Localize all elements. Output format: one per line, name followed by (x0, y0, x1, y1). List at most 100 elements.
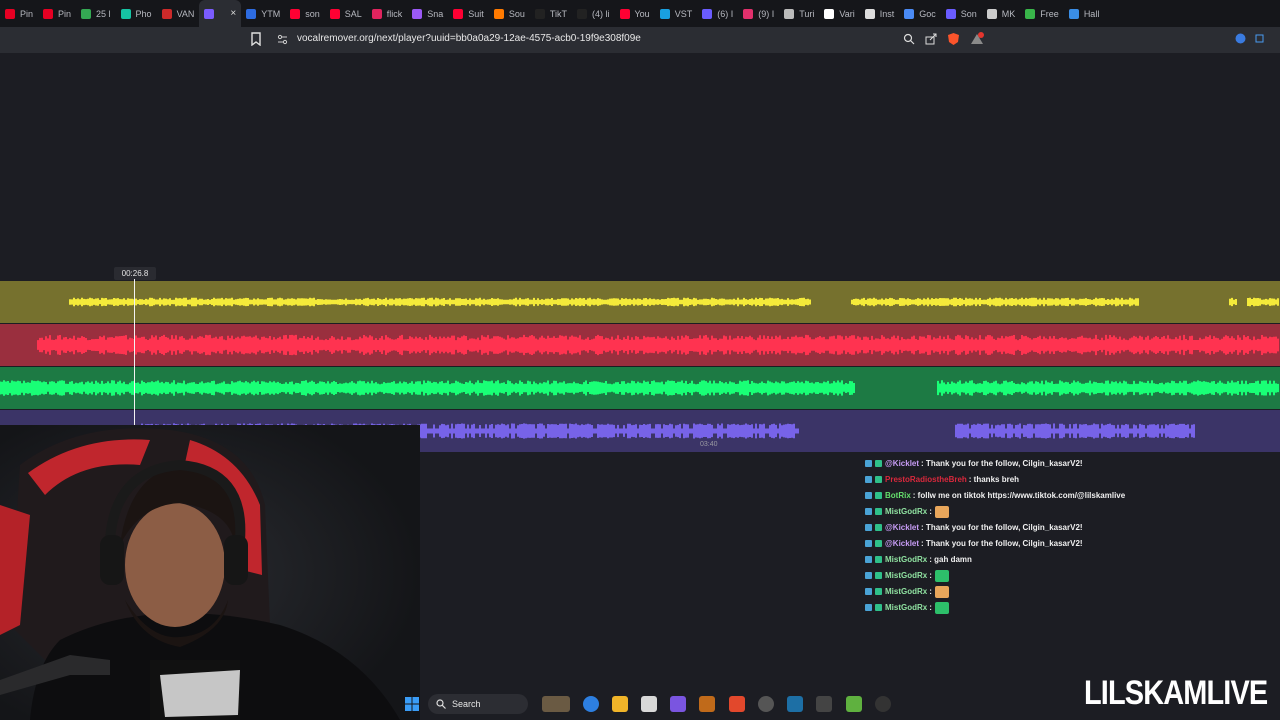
browser-tab[interactable]: Turi (779, 0, 819, 27)
chat-username[interactable]: MistGodRx (885, 555, 927, 564)
file-explorer-icon[interactable] (612, 696, 628, 712)
tab-label: Pin (20, 8, 34, 19)
tab-favicon-icon (619, 8, 630, 19)
tool-icon[interactable] (816, 696, 832, 712)
tab-favicon-icon (493, 8, 504, 19)
tab-favicon-icon (864, 8, 875, 19)
windows-taskbar: Search (400, 690, 900, 718)
chat-username[interactable]: @Kicklet (885, 539, 919, 548)
chat-username[interactable]: PrestoRadiostheBreh (885, 475, 967, 484)
browser-tab[interactable]: Sou (489, 0, 530, 27)
tab-close-icon[interactable]: × (230, 8, 236, 19)
browser-tab[interactable]: × (199, 0, 242, 27)
browser-tab[interactable]: Pho (116, 0, 157, 27)
tab-label: Son (960, 8, 977, 19)
zoom-icon[interactable] (903, 33, 915, 45)
browser-tab[interactable]: (9) I (738, 0, 779, 27)
track-bass[interactable] (0, 324, 1280, 366)
browser-tab[interactable]: Suit (448, 0, 489, 27)
copilot-icon[interactable] (583, 696, 599, 712)
chat-badge-icon (865, 604, 872, 611)
address-bar: vocalremover.org/next/player?uuid=bb0a0a… (0, 27, 1280, 53)
browser-tab[interactable]: son (285, 0, 325, 27)
chat-text: : (929, 587, 932, 596)
chat-username[interactable]: MistGodRx (885, 587, 927, 596)
share-icon[interactable] (925, 33, 937, 45)
tab-label: Free (1040, 8, 1059, 19)
obs-icon[interactable] (758, 696, 774, 712)
chat-text: : thanks breh (968, 475, 1020, 484)
vocals-waveform (0, 281, 1280, 323)
browser-tab[interactable]: Pin (0, 0, 38, 27)
chat-username[interactable]: MistGodRx (885, 571, 927, 580)
browser-tab[interactable]: Hall (1064, 0, 1105, 27)
chat-emote-icon (934, 585, 949, 598)
app-4k-icon[interactable] (875, 696, 891, 712)
tab-label: Vari (839, 8, 855, 19)
brave-shield-icon[interactable] (947, 32, 960, 46)
brave-browser-icon[interactable] (729, 696, 745, 712)
chat-message: @Kicklet : Thank you for the follow, Cil… (865, 536, 1275, 551)
browser-tab[interactable]: (4) li (572, 0, 615, 27)
url-field[interactable]: vocalremover.org/next/player?uuid=bb0a0a… (297, 33, 641, 44)
browser-tab[interactable]: flick (367, 0, 408, 27)
browser-tab[interactable]: (6) I (697, 0, 738, 27)
browser-tab[interactable]: 25 l (76, 0, 116, 27)
widgets-icon[interactable] (542, 696, 570, 712)
chat-username[interactable]: @Kicklet (885, 523, 919, 532)
browser-tab[interactable]: MK (982, 0, 1021, 27)
chat-username[interactable]: BotRix (885, 491, 911, 500)
tab-favicon-icon (81, 8, 92, 19)
track-drums[interactable] (0, 367, 1280, 409)
brave-rewards-icon[interactable] (970, 32, 984, 46)
browser-tab[interactable]: Vari (819, 0, 859, 27)
browser-tab[interactable]: SAL (325, 0, 367, 27)
site-settings-icon[interactable] (277, 34, 288, 45)
chat-text: : (929, 603, 932, 612)
launcher-icon[interactable] (846, 696, 862, 712)
steam-icon[interactable] (787, 696, 803, 712)
browser-tab[interactable]: Son (941, 0, 982, 27)
tab-label: You (634, 8, 650, 19)
tab-favicon-icon (904, 8, 915, 19)
browser-tab[interactable]: VAN (157, 0, 200, 27)
app-icon[interactable] (699, 696, 715, 712)
tab-label: (6) I (717, 8, 734, 19)
chat-message: PrestoRadiostheBreh : thanks breh (865, 472, 1275, 487)
tab-favicon-icon (120, 8, 131, 19)
chat-username[interactable]: MistGodRx (885, 507, 927, 516)
browser-tab[interactable]: YTM (241, 0, 285, 27)
tab-favicon-icon (453, 8, 464, 19)
browser-tab[interactable]: Inst (860, 0, 900, 27)
tab-favicon-icon (5, 8, 15, 19)
sidebar-icon[interactable] (1254, 33, 1265, 44)
taskbar-search[interactable]: Search (428, 694, 528, 714)
chat-badge-icon (875, 556, 882, 563)
chat-username[interactable]: MistGodRx (885, 603, 927, 612)
duration-label: 03:40 (700, 441, 718, 448)
browser-tab[interactable]: VST (655, 0, 698, 27)
bookmark-icon[interactable] (250, 32, 262, 46)
browser-tab[interactable]: Free (1020, 0, 1064, 27)
track-vocals[interactable] (0, 281, 1280, 323)
browser-tab[interactable]: Sna (407, 0, 448, 27)
discord-icon[interactable] (670, 696, 686, 712)
tab-label: YTM (261, 8, 281, 19)
browser-tab[interactable]: Goc (899, 0, 941, 27)
playhead-line[interactable] (134, 279, 135, 429)
chat-text: : Thank you for the follow, Cilgin_kasar… (921, 459, 1083, 468)
store-icon[interactable] (641, 696, 657, 712)
drums-waveform (0, 367, 1280, 409)
streamer-watermark: LILSKAMLIVE (1084, 674, 1268, 712)
browser-tab[interactable]: You (615, 0, 655, 27)
chat-username[interactable]: @Kicklet (885, 459, 919, 468)
chat-badge-icon (875, 604, 882, 611)
chat-message: MistGodRx : (865, 504, 1275, 519)
tab-label: Sou (508, 8, 525, 19)
browser-tab[interactable]: Pin (38, 0, 76, 27)
chat-text: : follw me on tiktok https://www.tiktok.… (912, 491, 1126, 500)
browser-tab[interactable]: TikT (530, 0, 572, 27)
extension-icon[interactable] (1235, 33, 1246, 44)
windows-start-icon[interactable] (404, 696, 420, 712)
chat-badge-icon (865, 476, 872, 483)
